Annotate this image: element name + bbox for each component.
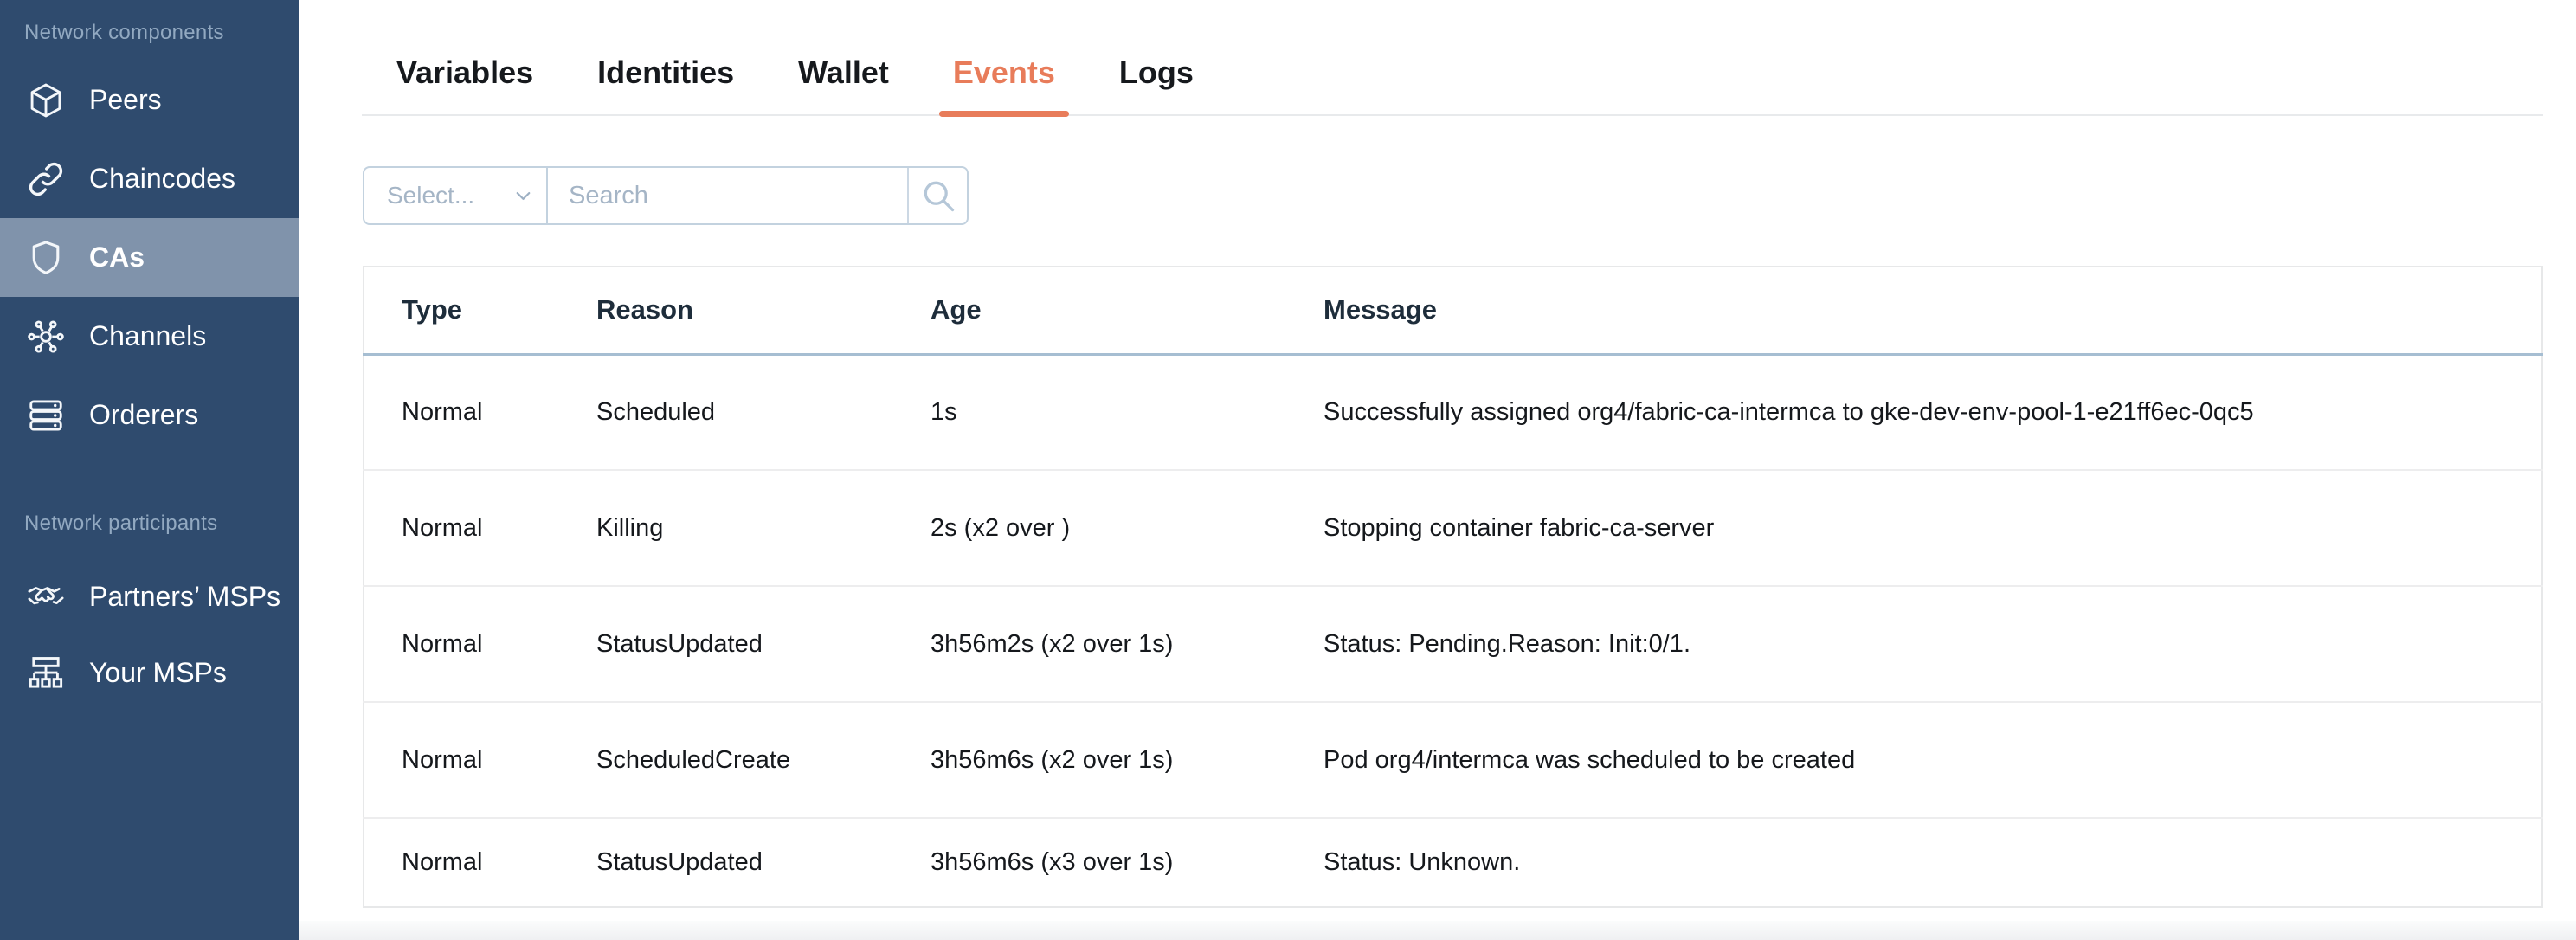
table-row: Normal StatusUpdated 3h56m2s (x2 over 1s…: [364, 586, 2542, 702]
chevron-down-icon: [512, 184, 535, 208]
sidebar-item-label: Channels: [89, 320, 206, 352]
cell-message: Status: Pending.Reason: Init:0/1.: [1323, 586, 2542, 702]
table-header-row: Type Reason Age Message: [364, 267, 2542, 354]
network-hub-icon: [26, 317, 66, 357]
cell-type: Normal: [364, 586, 596, 702]
cell-type: Normal: [364, 702, 596, 818]
column-header-age: Age: [931, 267, 1323, 354]
cell-reason: StatusUpdated: [596, 818, 931, 907]
cell-age: 3h56m6s (x2 over 1s): [931, 702, 1323, 818]
tab-wallet[interactable]: Wallet: [798, 54, 889, 114]
cell-message: Status: Unknown.: [1323, 818, 2542, 907]
column-header-reason: Reason: [596, 267, 931, 354]
sidebar-item-label: Chaincodes: [89, 163, 235, 195]
sidebar-item-orderers[interactable]: Orderers: [0, 376, 299, 454]
cell-type: Normal: [364, 470, 596, 586]
cell-age: 3h56m2s (x2 over 1s): [931, 586, 1323, 702]
server-stack-icon: [26, 396, 66, 435]
main-content: Variables Identities Wallet Events Logs …: [299, 0, 2576, 940]
chain-link-icon: [26, 159, 66, 199]
cell-age: 3h56m6s (x3 over 1s): [931, 818, 1323, 907]
search-icon: [919, 177, 957, 215]
cell-age: 1s: [931, 354, 1323, 470]
table-row: Normal Killing 2s (x2 over ) Stopping co…: [364, 470, 2542, 586]
sidebar-item-cas[interactable]: CAs: [0, 218, 299, 297]
column-header-message: Message: [1323, 267, 2542, 354]
filter-select-value: Select...: [387, 182, 474, 209]
cell-message: Successfully assigned org4/fabric-ca-int…: [1323, 354, 2542, 470]
cell-age: 2s (x2 over ): [931, 470, 1323, 586]
cube-icon: [26, 80, 66, 120]
tab-bar: Variables Identities Wallet Events Logs: [362, 0, 2543, 116]
column-header-type: Type: [364, 267, 596, 354]
sidebar-item-partners-msps[interactable]: Partners’ MSPs: [0, 558, 299, 634]
sidebar-item-your-msps[interactable]: Your MSPs: [0, 634, 299, 711]
tab-events[interactable]: Events: [953, 54, 1055, 114]
filter-bar: Select...: [363, 166, 969, 225]
filter-select[interactable]: Select...: [364, 168, 548, 223]
events-table: Type Reason Age Message Normal Scheduled…: [363, 266, 2543, 908]
handshake-icon: [26, 576, 66, 616]
sidebar: Network components Peers Chaincodes: [0, 0, 299, 940]
sidebar-section-network-participants: Network participants: [24, 512, 299, 536]
sidebar-item-label: Partners’ MSPs: [89, 581, 280, 613]
table-row: Normal Scheduled 1s Successfully assigne…: [364, 354, 2542, 470]
cell-reason: Killing: [596, 470, 931, 586]
sidebar-item-label: CAs: [89, 241, 145, 274]
cell-reason: ScheduledCreate: [596, 702, 931, 818]
sidebar-item-label: Your MSPs: [89, 657, 227, 689]
table-row: Normal ScheduledCreate 3h56m6s (x2 over …: [364, 702, 2542, 818]
cell-type: Normal: [364, 354, 596, 470]
sidebar-item-channels[interactable]: Channels: [0, 297, 299, 376]
shield-icon: [26, 238, 66, 278]
sidebar-item-label: Orderers: [89, 399, 198, 431]
sidebar-nav: Peers Chaincodes CAs: [0, 61, 299, 454]
sidebar-item-peers[interactable]: Peers: [0, 61, 299, 139]
cell-message: Pod org4/intermca was scheduled to be cr…: [1323, 702, 2542, 818]
cell-reason: StatusUpdated: [596, 586, 931, 702]
cell-message: Stopping container fabric-ca-server: [1323, 470, 2542, 586]
sidebar-item-chaincodes[interactable]: Chaincodes: [0, 139, 299, 218]
sidebar-item-label: Peers: [89, 84, 162, 116]
cell-reason: Scheduled: [596, 354, 931, 470]
cell-type: Normal: [364, 818, 596, 907]
sidebar-nav-participants: Partners’ MSPs Your MSPs: [0, 558, 299, 711]
sidebar-section-network-components: Network components: [24, 21, 299, 45]
table-row: Normal StatusUpdated 3h56m6s (x3 over 1s…: [364, 818, 2542, 907]
search-button[interactable]: [907, 168, 967, 223]
page-bottom-strip: [299, 921, 2576, 940]
search-input[interactable]: [548, 168, 907, 223]
org-chart-icon: [26, 653, 66, 692]
tab-logs[interactable]: Logs: [1119, 54, 1194, 114]
tab-variables[interactable]: Variables: [396, 54, 533, 114]
tab-identities[interactable]: Identities: [597, 54, 734, 114]
